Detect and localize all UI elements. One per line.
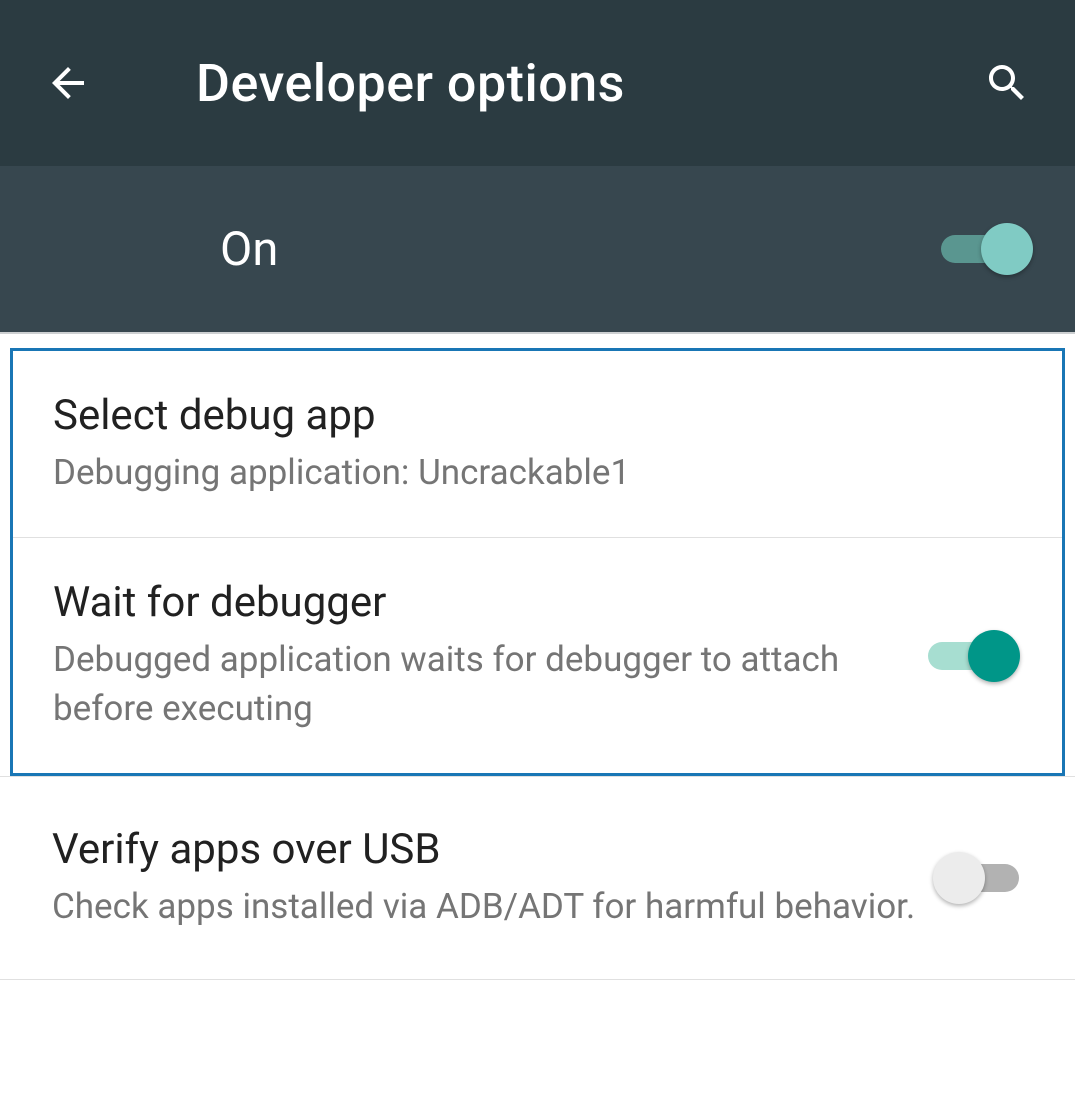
switch-thumb (981, 223, 1033, 275)
highlighted-settings-group: Select debug app Debugging application: … (10, 348, 1065, 776)
verify-apps-usb-title: Verify apps over USB (52, 825, 941, 874)
wait-for-debugger-item[interactable]: Wait for debugger Debugged application w… (13, 538, 1062, 773)
search-button[interactable] (979, 55, 1035, 111)
spacer (0, 334, 1075, 348)
verify-apps-usb-switch[interactable] (941, 850, 1031, 906)
master-toggle-row[interactable]: On (0, 166, 1075, 334)
select-debug-app-subtitle: Debugging application: Uncrackable1 (53, 448, 1018, 497)
arrow-left-icon (44, 59, 92, 107)
verify-apps-usb-subtitle: Check apps installed via ADB/ADT for har… (52, 882, 941, 931)
master-toggle-switch[interactable] (941, 221, 1031, 277)
app-bar: Developer options (0, 0, 1075, 166)
wait-for-debugger-switch[interactable] (928, 628, 1018, 684)
select-debug-app-title: Select debug app (53, 391, 1018, 440)
setting-text-block: Wait for debugger Debugged application w… (53, 578, 928, 733)
master-toggle-label: On (220, 222, 941, 277)
verify-apps-usb-item[interactable]: Verify apps over USB Check apps installe… (0, 777, 1075, 980)
back-button[interactable] (40, 55, 96, 111)
settings-list-section: Verify apps over USB Check apps installe… (0, 776, 1075, 980)
search-icon (983, 59, 1031, 107)
switch-thumb (933, 852, 985, 904)
select-debug-app-item[interactable]: Select debug app Debugging application: … (13, 351, 1062, 538)
setting-text-block: Select debug app Debugging application: … (53, 391, 1018, 497)
wait-for-debugger-subtitle: Debugged application waits for debugger … (53, 635, 928, 733)
switch-thumb (968, 630, 1020, 682)
wait-for-debugger-title: Wait for debugger (53, 578, 928, 627)
page-title: Developer options (196, 53, 979, 114)
setting-text-block: Verify apps over USB Check apps installe… (52, 825, 941, 931)
